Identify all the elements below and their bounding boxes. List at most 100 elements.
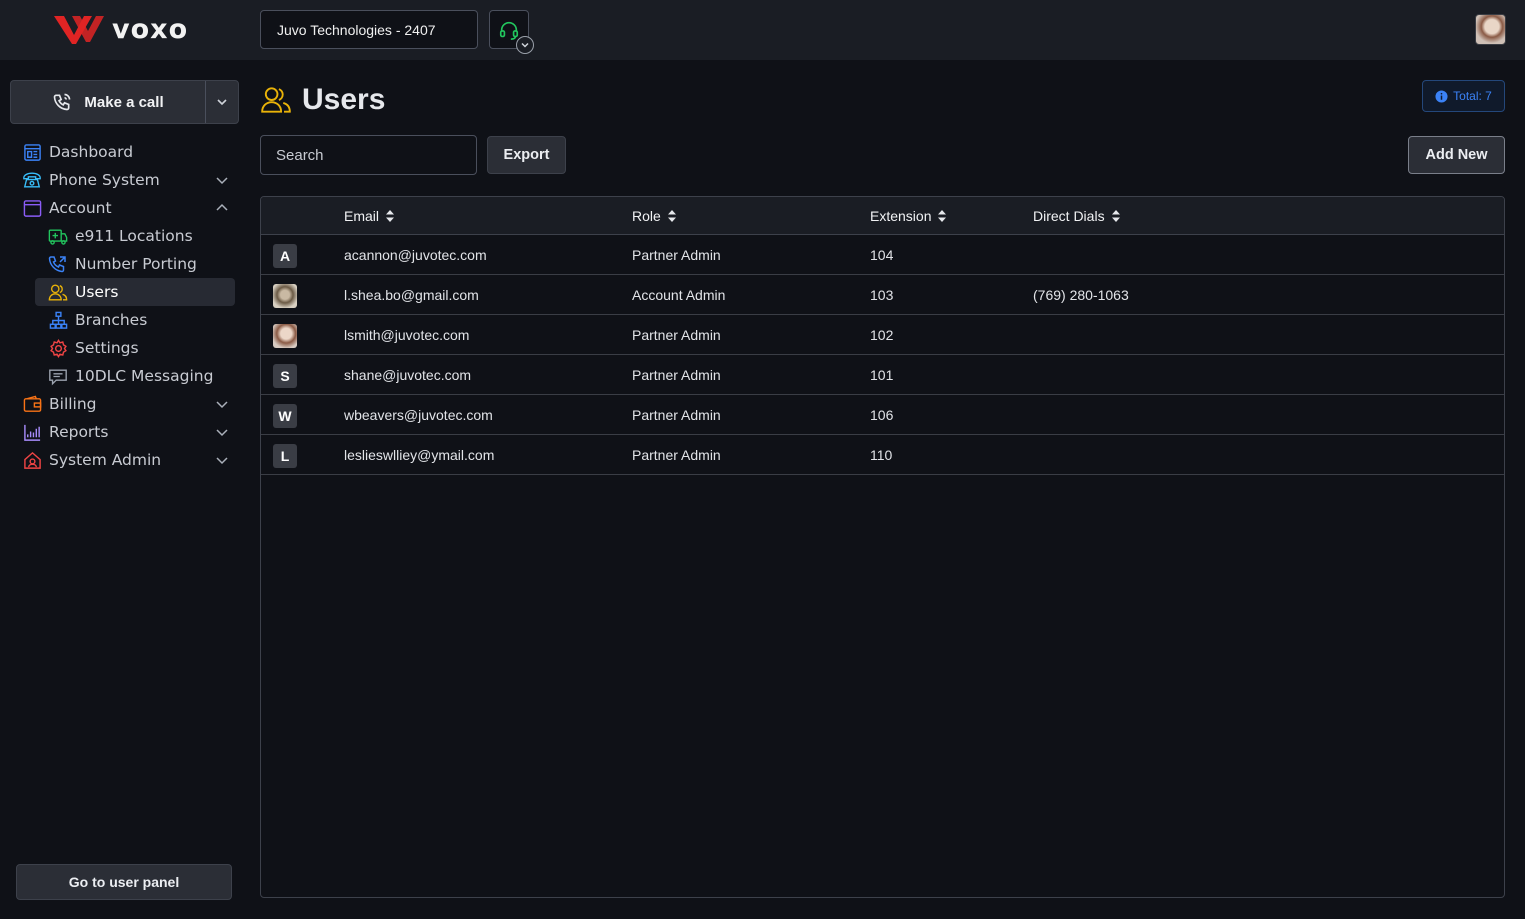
- sidebar-item-label: Reports: [49, 423, 109, 441]
- table-row[interactable]: W wbeavers@juvotec.com Partner Admin 106: [261, 395, 1504, 435]
- email-cell: acannon@juvotec.com: [344, 247, 487, 263]
- sidebar-item-users[interactable]: Users: [35, 278, 235, 306]
- sidebar-item-dashboard[interactable]: Dashboard: [0, 138, 250, 166]
- chevron-down-icon: [216, 429, 228, 437]
- total-count: Total: 7: [1453, 89, 1492, 103]
- column-header-email[interactable]: Email: [344, 197, 395, 235]
- phone-call-icon: [54, 93, 71, 111]
- role-cell: Account Admin: [632, 287, 726, 303]
- sidebar-item-label: Dashboard: [49, 143, 134, 161]
- email-cell: l.shea.bo@gmail.com: [344, 287, 479, 303]
- go-to-user-panel-button[interactable]: Go to user panel: [16, 864, 232, 900]
- avatar: A: [273, 244, 297, 268]
- extension-cell: 102: [870, 327, 894, 343]
- sidebar-item-label: 10DLC Messaging: [75, 367, 214, 385]
- extension-cell: 106: [870, 407, 894, 423]
- e911-icon: [48, 226, 68, 246]
- account-icon: [22, 198, 42, 218]
- sidebar-item-label: Phone System: [49, 171, 160, 189]
- table-header: Email Role Extension Direct Dials: [261, 197, 1504, 235]
- sidebar-item-branches[interactable]: Branches: [0, 306, 250, 334]
- users-table: Email Role Extension Direct Dials A acan…: [260, 196, 1505, 898]
- column-label: Role: [632, 208, 661, 224]
- sidebar-item-account[interactable]: Account: [0, 194, 250, 222]
- direct-dial-cell: (769) 280-1063: [1033, 287, 1129, 303]
- avatar: [273, 324, 297, 348]
- email-cell: shane@juvotec.com: [344, 367, 472, 383]
- chevron-down-icon: [216, 457, 228, 465]
- voxo-logo[interactable]: voxo: [52, 12, 188, 46]
- sidebar-item-number-porting[interactable]: Number Porting: [0, 250, 250, 278]
- phone-system-icon: [22, 170, 42, 190]
- sort-icon: [386, 210, 395, 222]
- headset-icon: [499, 21, 519, 40]
- make-call-main[interactable]: Make a call: [11, 81, 205, 123]
- sidebar-item-label: Billing: [49, 395, 97, 413]
- tenant-selector[interactable]: Juvo Technologies - 2407: [260, 10, 478, 49]
- sidebar-item-label: Settings: [75, 339, 139, 357]
- branches-icon: [48, 310, 68, 330]
- role-cell: Partner Admin: [632, 327, 721, 343]
- users-icon: [48, 282, 68, 302]
- chevron-down-icon: [216, 401, 228, 409]
- avatar: [273, 284, 297, 308]
- column-label: Email: [344, 208, 380, 224]
- column-label: Direct Dials: [1033, 208, 1105, 224]
- export-button[interactable]: Export: [487, 136, 566, 174]
- chevron-down-icon: [217, 99, 227, 106]
- sidebar-item-settings[interactable]: Settings: [0, 334, 250, 362]
- sidebar-nav: Dashboard Phone System Account e911 Loca…: [0, 138, 250, 474]
- sidebar-item-system-admin[interactable]: System Admin: [0, 446, 250, 474]
- sort-icon: [667, 210, 676, 222]
- message-icon: [48, 366, 68, 386]
- sidebar-item-e911-locations[interactable]: e911 Locations: [0, 222, 250, 250]
- sidebar-item-label: Account: [49, 199, 112, 217]
- role-cell: Partner Admin: [632, 407, 721, 423]
- make-call-dropdown[interactable]: [206, 95, 238, 109]
- extension-cell: 110: [870, 447, 893, 463]
- voxo-logo-icon: [54, 16, 104, 44]
- sort-icon: [938, 210, 947, 222]
- email-cell: leslieswlliey@ymail.com: [344, 447, 495, 463]
- softphone-dropdown[interactable]: [516, 36, 534, 54]
- column-header-role[interactable]: Role: [632, 197, 677, 235]
- brand-name: voxo: [112, 13, 189, 45]
- sidebar-item-label: Number Porting: [75, 255, 197, 273]
- sidebar-item-reports[interactable]: Reports: [0, 418, 250, 446]
- role-cell: Partner Admin: [632, 247, 721, 263]
- table-row[interactable]: A acannon@juvotec.com Partner Admin 104: [261, 235, 1504, 275]
- search-input[interactable]: [260, 135, 477, 175]
- column-header-direct-dials[interactable]: Direct Dials: [1033, 197, 1121, 235]
- make-call-button[interactable]: Make a call: [10, 80, 239, 124]
- table-row[interactable]: L leslieswlliey@ymail.com Partner Admin …: [261, 435, 1504, 475]
- avatar: L: [273, 444, 297, 468]
- dashboard-icon: [22, 142, 42, 162]
- role-cell: Partner Admin: [632, 367, 721, 383]
- billing-icon: [22, 394, 42, 414]
- table-row[interactable]: S shane@juvotec.com Partner Admin 101: [261, 355, 1504, 395]
- reports-icon: [22, 422, 42, 442]
- add-new-button[interactable]: Add New: [1408, 136, 1505, 174]
- chevron-down-icon: [521, 42, 529, 48]
- extension-cell: 101: [870, 367, 894, 383]
- make-call-label: Make a call: [84, 93, 164, 111]
- table-row[interactable]: l.shea.bo@gmail.com Account Admin 103 (7…: [261, 275, 1504, 315]
- user-avatar[interactable]: [1475, 14, 1506, 45]
- page-title-text: Users: [302, 83, 386, 116]
- sidebar-item-10dlc-messaging[interactable]: 10DLC Messaging: [0, 362, 250, 390]
- sidebar-item-billing[interactable]: Billing: [0, 390, 250, 418]
- sidebar-item-label: Users: [75, 283, 119, 301]
- table-row[interactable]: lsmith@juvotec.com Partner Admin 102: [261, 315, 1504, 355]
- column-label: Extension: [870, 208, 932, 224]
- page-title: Users: [260, 82, 385, 118]
- chevron-up-icon: [216, 203, 228, 211]
- sidebar-item-phone-system[interactable]: Phone System: [0, 166, 250, 194]
- avatar: W: [273, 404, 297, 428]
- sidebar-item-label: e911 Locations: [75, 227, 193, 245]
- sidebar-item-label: System Admin: [49, 451, 162, 469]
- column-header-extension[interactable]: Extension: [870, 197, 947, 235]
- extension-cell: 103: [870, 287, 894, 303]
- number-porting-icon: [48, 254, 68, 274]
- role-cell: Partner Admin: [632, 447, 721, 463]
- settings-icon: [48, 338, 68, 358]
